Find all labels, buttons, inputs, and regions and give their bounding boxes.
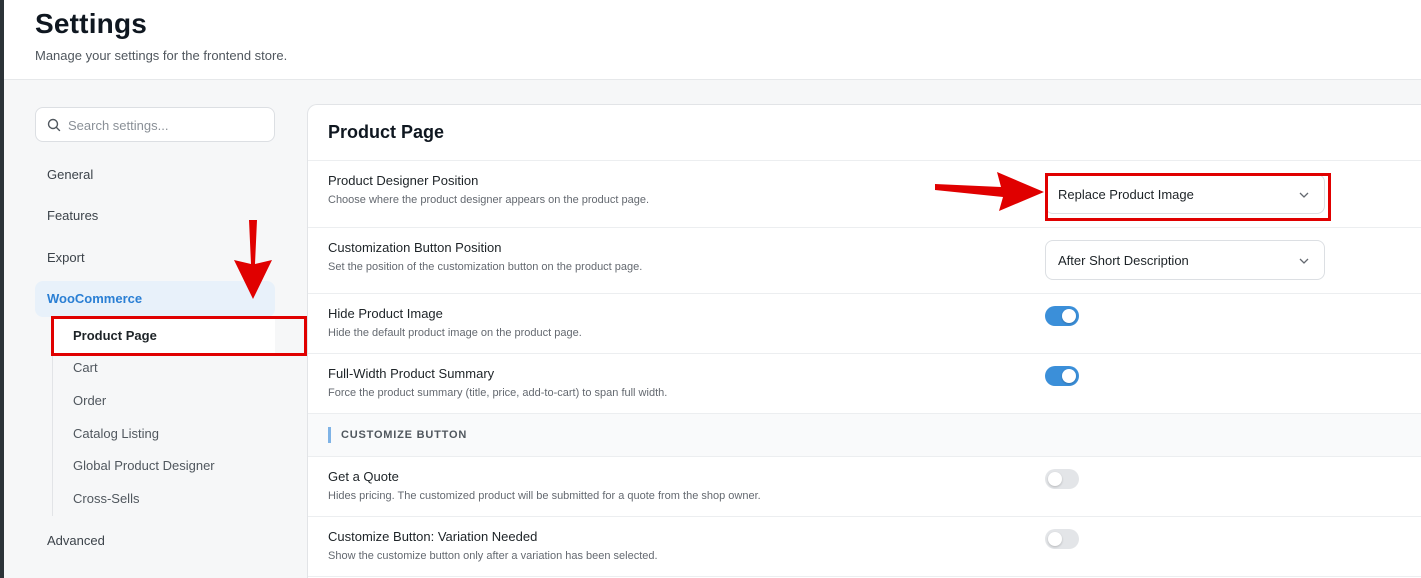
chevron-down-icon	[1299, 258, 1309, 264]
get-a-quote-toggle[interactable]	[1045, 469, 1079, 489]
arrow-right-icon	[935, 172, 1044, 211]
setting-label: Get a Quote	[328, 469, 399, 484]
toggle-knob	[1048, 472, 1062, 486]
panel-title: Product Page	[328, 122, 445, 142]
setting-label: Product Designer Position	[328, 173, 479, 188]
setting-description: Hides pricing. The customized product wi…	[328, 490, 761, 502]
sidebar-item-general[interactable]: General	[47, 167, 93, 182]
arrow-down-icon	[234, 220, 272, 299]
setting-description: Force the product summary (title, price,…	[328, 387, 668, 399]
submenu-item-cross-sells[interactable]: Cross-Sells	[73, 491, 139, 506]
hide-product-image-toggle[interactable]	[1045, 306, 1079, 326]
highlight-box-product-page	[51, 316, 307, 356]
admin-sidebar-edge	[0, 0, 4, 578]
divider	[308, 456, 1421, 457]
toggle-knob	[1062, 369, 1076, 383]
divider	[308, 160, 1421, 161]
submenu-item-cart[interactable]: Cart	[73, 360, 98, 375]
setting-label: Full-Width Product Summary	[328, 366, 495, 381]
page-header: Settings Manage your settings for the fr…	[4, 0, 1421, 80]
variation-needed-toggle[interactable]	[1045, 529, 1079, 549]
toggle-knob	[1062, 309, 1076, 323]
select-value: After Short Description	[1058, 253, 1189, 268]
section-accent-bar	[328, 427, 331, 443]
page-subtitle: Manage your settings for the frontend st…	[35, 48, 288, 63]
setting-label: Customize Button: Variation Needed	[328, 529, 538, 544]
setting-description: Hide the default product image on the pr…	[328, 327, 582, 339]
divider	[308, 516, 1421, 517]
highlight-box-designer-position	[1045, 173, 1331, 221]
submenu-item-order[interactable]: Order	[73, 393, 106, 408]
sidebar-item-advanced[interactable]: Advanced	[47, 533, 105, 548]
submenu-item-global-product-designer[interactable]: Global Product Designer	[73, 458, 215, 473]
toggle-knob	[1048, 532, 1062, 546]
setting-label: Customization Button Position	[328, 240, 502, 255]
sidebar-item-export[interactable]: Export	[47, 250, 85, 265]
setting-description: Choose where the product designer appear…	[328, 194, 650, 206]
search-box[interactable]	[35, 107, 275, 142]
page-title: Settings	[35, 8, 148, 39]
setting-label: Hide Product Image	[328, 306, 443, 321]
divider	[308, 353, 1421, 354]
divider	[308, 227, 1421, 228]
sidebar-item-features[interactable]: Features	[47, 208, 98, 223]
full-width-summary-toggle[interactable]	[1045, 366, 1079, 386]
divider	[308, 293, 1421, 294]
section-header	[308, 414, 1421, 457]
customization-button-position-select[interactable]: After Short Description	[1045, 240, 1325, 280]
search-icon	[47, 118, 61, 132]
search-input[interactable]	[68, 116, 268, 134]
sidebar-item-woocommerce-label: WooCommerce	[47, 291, 143, 306]
submenu-item-catalog-listing[interactable]: Catalog Listing	[73, 426, 159, 441]
setting-description: Show the customize button only after a v…	[328, 550, 658, 562]
setting-description: Set the position of the customization bu…	[328, 261, 643, 273]
section-heading: CUSTOMIZE BUTTON	[341, 429, 468, 441]
divider	[308, 576, 1421, 577]
